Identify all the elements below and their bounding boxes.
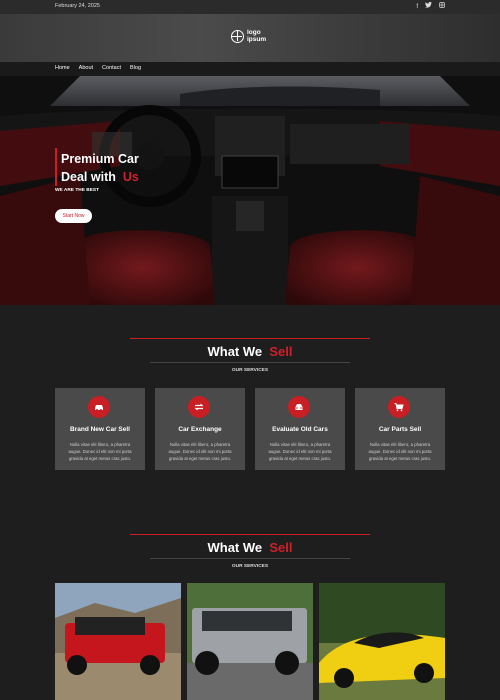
car-front-icon xyxy=(288,396,310,418)
service-title: Evaluate Old Cars xyxy=(272,426,328,433)
site-logo[interactable]: logo ipsum xyxy=(231,29,267,43)
heading-top-divider xyxy=(130,338,370,339)
nav-item-blog[interactable]: Blog xyxy=(130,65,141,71)
service-title: Car Exchange xyxy=(178,426,222,433)
twitter-icon[interactable] xyxy=(425,2,432,12)
nav-item-contact[interactable]: Contact xyxy=(102,65,121,71)
exchange-icon xyxy=(188,396,210,418)
logo-globe-icon xyxy=(231,30,244,43)
site-header: logo ipsum xyxy=(0,14,500,62)
service-card[interactable]: Car Parts Sell Nulla vitae elit libero, … xyxy=(355,388,445,470)
service-card[interactable]: Evaluate Old Cars Nulla vitae elit liber… xyxy=(255,388,345,470)
hero-banner: Premium Car Deal with Us WE ARE THE BEST… xyxy=(0,76,500,305)
yellow-sportscar-photo[interactable] xyxy=(319,583,445,700)
service-description: Nulla vitae elit libero, a pharetra augu… xyxy=(168,442,232,461)
facebook-icon[interactable]: f xyxy=(416,2,418,12)
car-icon xyxy=(88,396,110,418)
section-title: What We Sell xyxy=(207,344,293,359)
service-title: Car Parts Sell xyxy=(378,426,422,433)
service-card[interactable]: Car Exchange Nulla vitae elit libero, a … xyxy=(155,388,245,470)
service-description: Nulla vitae elit libero, a pharetra augu… xyxy=(368,442,432,461)
main-nav: Home About Contact Blog xyxy=(0,62,500,76)
current-date: February 24, 2025 xyxy=(55,3,100,9)
hero-title: Premium Car Deal with Us xyxy=(61,152,139,184)
top-bar: February 24, 2025 f xyxy=(0,0,500,14)
service-title: Brand New Car Sell xyxy=(70,426,130,433)
hero-subtitle: WE ARE THE BEST xyxy=(55,188,100,193)
nav-item-about[interactable]: About xyxy=(79,65,93,71)
hero-accent-bar xyxy=(55,148,57,186)
logo-text: logo ipsum xyxy=(247,29,267,43)
heading-bottom-divider xyxy=(150,558,350,559)
social-links: f xyxy=(416,2,445,12)
section-eyebrow: OUR SERVICES xyxy=(231,368,269,373)
section-title: What We Sell xyxy=(207,540,293,555)
heading-top-divider xyxy=(130,534,370,535)
instagram-icon[interactable] xyxy=(439,2,445,12)
service-description: Nulla vitae elit libero, a pharetra augu… xyxy=(68,442,132,461)
red-jeep-photo[interactable] xyxy=(55,583,181,700)
service-cards: Brand New Car Sell Nulla vitae elit libe… xyxy=(55,388,445,470)
heading-bottom-divider xyxy=(150,362,350,363)
nav-item-home[interactable]: Home xyxy=(55,65,70,71)
silver-suv-photo[interactable] xyxy=(187,583,313,700)
service-card[interactable]: Brand New Car Sell Nulla vitae elit libe… xyxy=(55,388,145,470)
start-now-button[interactable]: Start Now xyxy=(55,209,92,223)
car-gallery xyxy=(55,583,445,700)
section-eyebrow: OUR SERVICES xyxy=(231,564,269,569)
cart-icon xyxy=(388,396,410,418)
service-description: Nulla vitae elit libero, a pharetra augu… xyxy=(268,442,332,461)
